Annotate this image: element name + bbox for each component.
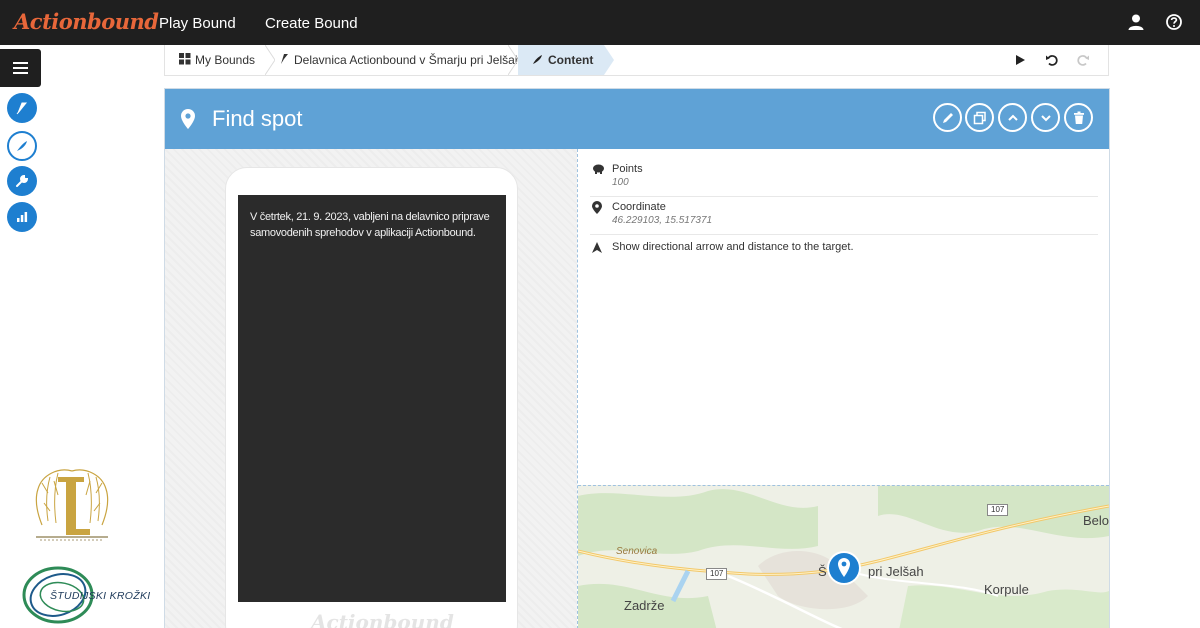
map-location-marker-icon[interactable] <box>826 550 862 586</box>
coordinate-value: 46.229103, 15.517371 <box>612 215 713 226</box>
directional-arrow-text: Show directional arrow and distance to t… <box>612 241 854 253</box>
rail-bound-icon[interactable] <box>7 93 37 123</box>
location-pin-icon <box>181 109 195 129</box>
rail-statistics-icon[interactable] <box>7 202 37 232</box>
phone-preview: V četrtek, 21. 9. 2023, vabljeni na dela… <box>225 167 518 628</box>
coordinate-row[interactable]: Coordinate 46.229103, 15.517371 <box>590 197 1098 235</box>
edit-icon <box>942 112 953 123</box>
edit-button[interactable] <box>933 103 962 132</box>
points-value: 100 <box>612 177 629 188</box>
help-icon[interactable] <box>1165 13 1185 33</box>
play-icon[interactable] <box>1013 53 1027 67</box>
nav-create-bound[interactable]: Create Bound <box>265 15 358 32</box>
directional-arrow-row[interactable]: Show directional arrow and distance to t… <box>590 235 1098 265</box>
map-label-zadrze: Zadrže <box>624 598 665 613</box>
nav-play-bound[interactable]: Play Bound <box>159 15 236 32</box>
willow-tree-logo <box>35 469 109 541</box>
breadcrumb-content-label: Content <box>548 53 594 67</box>
quill-icon <box>533 55 542 64</box>
road-shield-107-east: 107 <box>987 504 1009 516</box>
phone-screen: V četrtek, 21. 9. 2023, vabljeni na dela… <box>238 195 506 602</box>
location-map[interactable]: Senovica 107 107 Š pri Jelšah Korpule Za… <box>578 485 1109 628</box>
coordinate-label: Coordinate <box>612 201 666 213</box>
breadcrumb-bound[interactable]: Delavnica Actionbound v Šmarju pri Jelša… <box>279 45 521 75</box>
breadcrumb-my-bounds-label: My Bounds <box>195 53 256 67</box>
points-label: Points <box>612 163 643 175</box>
app-logo[interactable]: Actionbound <box>14 9 159 34</box>
grid-icon <box>179 53 191 65</box>
rail-settings-wrench-icon[interactable] <box>7 166 37 196</box>
road-shield-107: 107 <box>706 568 728 580</box>
delete-button[interactable] <box>1064 103 1093 132</box>
hamburger-menu-button[interactable] <box>0 49 41 87</box>
top-navbar: Actionbound Play Bound Create Bound <box>0 0 1200 45</box>
bound-icon <box>281 54 288 64</box>
arrow-icon <box>592 242 602 253</box>
delete-icon <box>1073 111 1084 124</box>
breadcrumb-separator <box>604 45 614 75</box>
move-down-button[interactable] <box>1031 103 1060 132</box>
undo-icon[interactable] <box>1045 53 1059 67</box>
breadcrumb-my-bounds[interactable]: My Bounds <box>179 45 255 75</box>
find-spot-panel: Find spot V četrtek, 21. 9. 2023, vablje… <box>164 88 1110 628</box>
panel-header: Find spot <box>165 89 1109 149</box>
phone-screen-text: V četrtek, 21. 9. 2023, vabljeni na dela… <box>250 211 490 239</box>
studijski-krozki-logo: ŠTUDIJSKI KROŽKI <box>20 564 152 626</box>
panel-title: Find spot <box>212 106 303 131</box>
breadcrumb-bound-label: Delavnica Actionbound v Šmarju pri Jelša… <box>294 53 522 67</box>
duplicate-button[interactable] <box>965 103 994 132</box>
duplicate-icon <box>973 111 986 124</box>
phone-brand-logo: Actionbound <box>311 610 454 628</box>
user-icon[interactable] <box>1127 13 1147 33</box>
move-up-button[interactable] <box>998 103 1027 132</box>
map-label-korpule: Korpule <box>984 582 1029 597</box>
piggy-bank-icon <box>593 164 604 174</box>
move-up-icon <box>1007 114 1018 121</box>
map-label-senovica: Senovica <box>616 546 658 557</box>
breadcrumb-content[interactable]: Content <box>518 45 604 75</box>
points-row[interactable]: Points 100 <box>590 159 1098 197</box>
map-marker-icon <box>592 201 602 214</box>
move-down-icon <box>1040 114 1051 121</box>
phone-preview-area: V četrtek, 21. 9. 2023, vabljeni na dela… <box>165 149 577 628</box>
studijski-krozki-text: ŠTUDIJSKI KROŽKI <box>50 590 151 602</box>
rail-content-quill-icon[interactable] <box>7 131 37 161</box>
map-label-belo: Belo <box>1083 513 1109 528</box>
map-label-pri-jelsah: pri Jelšah <box>868 564 924 579</box>
breadcrumb-separator <box>265 45 275 75</box>
breadcrumb: My Bounds Delavnica Actionbound v Šmarju… <box>164 45 1109 76</box>
redo-icon[interactable] <box>1076 53 1090 67</box>
element-details: Points 100 Coordinate 46.229103, 15.5173… <box>578 149 1109 485</box>
breadcrumb-separator <box>508 45 518 75</box>
